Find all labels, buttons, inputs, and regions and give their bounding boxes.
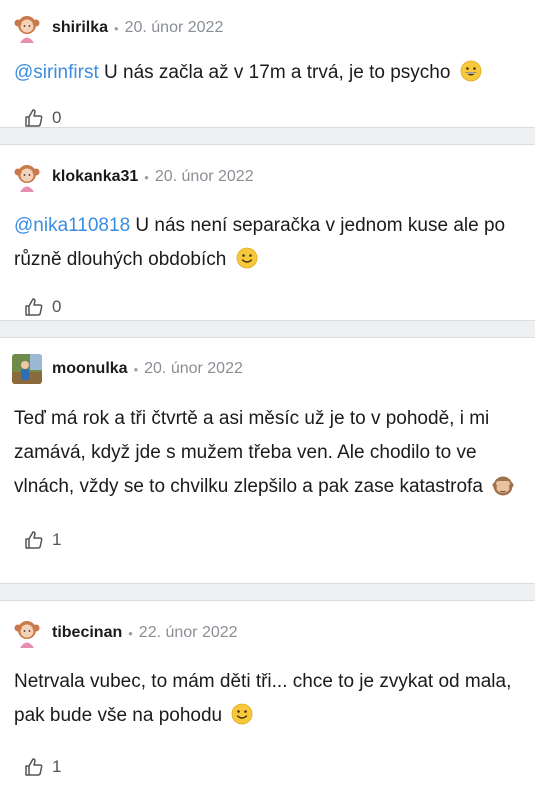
grinning-face-icon: [460, 60, 482, 82]
post-separator: [0, 583, 535, 601]
comment-actions: 0: [12, 285, 521, 329]
comment-text: @sirinfirst U nás začla až v 17m a trvá,…: [12, 56, 521, 90]
username[interactable]: klokanka31: [52, 168, 138, 186]
post-date: 22. únor 2022: [138, 624, 238, 641]
thumbs-up-icon[interactable]: [24, 530, 44, 550]
comment-body: Teď má rok a tři čtvrtě a asi měsíc už j…: [14, 408, 490, 497]
like-count: 1: [52, 530, 62, 549]
girl-avatar-icon[interactable]: [12, 13, 42, 43]
mention-link[interactable]: @nika110818: [14, 215, 130, 236]
comment-post: shirilka • 20. únor 2022 @sirinfirst U n…: [0, 0, 535, 127]
comment-meta: klokanka31 • 20. únor 2022: [12, 145, 521, 209]
like-count: 0: [52, 297, 62, 316]
slightly-smiling-face-icon: [232, 703, 253, 725]
girl-avatar-icon[interactable]: [12, 618, 42, 648]
comment-meta: moonulka • 20. únor 2022: [12, 338, 521, 400]
comment-body: U nás začla až v 17m a trvá, je to psych…: [98, 62, 451, 83]
comment-post: klokanka31 • 20. únor 2022 @nika110818 U…: [0, 145, 535, 320]
see-no-evil-monkey-icon: [492, 476, 514, 496]
comment-text: Netrvala vubec, to mám děti tři... chce …: [12, 665, 521, 733]
username[interactable]: shirilka: [52, 19, 108, 37]
post-date: 20. únor 2022: [124, 19, 224, 36]
comment-meta: shirilka • 20. únor 2022: [12, 0, 521, 56]
thumbs-up-icon[interactable]: [24, 108, 44, 128]
comment-actions: 0: [12, 96, 521, 140]
thumbs-up-icon[interactable]: [24, 757, 44, 777]
post-date: 20. únor 2022: [154, 168, 254, 185]
like-count: 1: [52, 757, 62, 776]
mention-link[interactable]: @sirinfirst: [14, 62, 99, 83]
separator-dot: •: [144, 169, 149, 185]
comment-body: Netrvala vubec, to mám děti tři... chce …: [14, 671, 512, 726]
comment-text: Teď má rok a tři čtvrtě a asi měsíc už j…: [12, 402, 521, 504]
username[interactable]: tibecinan: [52, 624, 122, 642]
separator-dot: •: [114, 20, 119, 36]
comment-meta: tibecinan • 22. únor 2022: [12, 601, 521, 665]
slightly-smiling-face-icon: [236, 247, 258, 269]
post-date: 20. únor 2022: [144, 360, 243, 377]
photo-avatar[interactable]: [12, 354, 42, 384]
girl-avatar-icon[interactable]: [12, 162, 42, 192]
like-count: 0: [52, 108, 62, 127]
separator-dot: •: [128, 625, 133, 641]
username[interactable]: moonulka: [52, 360, 128, 378]
comment-post: tibecinan • 22. únor 2022 Netrvala vubec…: [0, 601, 535, 791]
separator-dot: •: [133, 361, 139, 377]
comment-text: @nika110818 U nás není separačka v jedno…: [12, 209, 521, 277]
thumbs-up-icon[interactable]: [24, 297, 44, 317]
comment-post: moonulka • 20. únor 2022 Teď má rok a tř…: [0, 338, 535, 583]
comment-actions: 1: [12, 745, 521, 789]
comment-actions: 1: [12, 518, 521, 562]
